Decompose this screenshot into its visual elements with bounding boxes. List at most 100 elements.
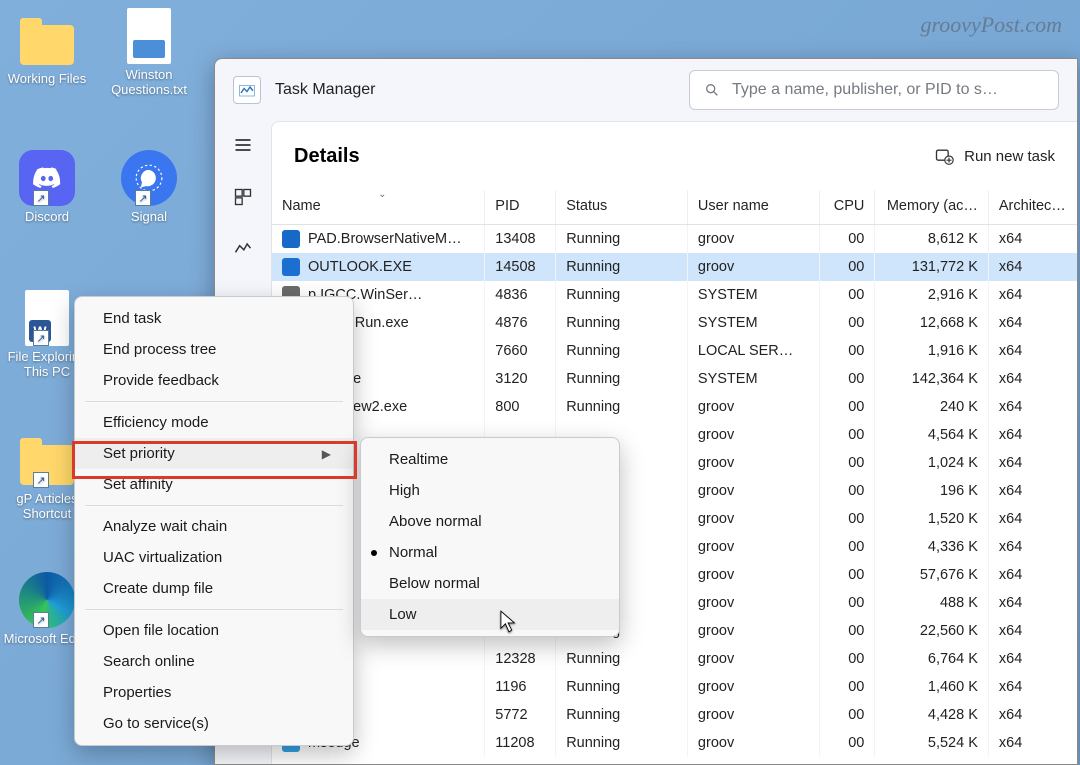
cell-user: SYSTEM [687,365,819,393]
cell-user: groov [687,729,819,757]
priority-option-normal[interactable]: Normal [361,537,619,568]
search-input[interactable]: Type a name, publisher, or PID to s… [689,70,1059,110]
menu-item-properties[interactable]: Properties [75,677,353,708]
menu-item-search-online[interactable]: Search online [75,646,353,677]
col-status[interactable]: Status [556,190,688,225]
watermark-text: groovyPost.com [920,12,1062,38]
desktop-icon-winston-questions[interactable]: Winston Questions.txt [104,8,194,98]
menu-item-end-task[interactable]: End task [75,303,353,334]
menu-item-label: High [389,482,420,499]
table-row[interactable]: exe7660RunningLOCAL SER…001,916 Kx64 [272,337,1077,365]
col-architecture[interactable]: Architec… [988,190,1077,225]
cell-user: groov [687,393,819,421]
desktop-icon-label: Discord [2,210,92,225]
folder-icon: ↗ [19,432,75,488]
cell-memory: 1,460 K [875,673,989,701]
page-title: Details [294,145,360,168]
priority-option-high[interactable]: High [361,475,619,506]
menu-item-set-affinity[interactable]: Set affinity [75,469,353,500]
menu-item-end-process-tree[interactable]: End process tree [75,334,353,365]
menu-separator [85,505,343,506]
cell-cpu: 00 [819,533,875,561]
cell-memory: 1,520 K [875,505,989,533]
menu-item-go-to-service-s-[interactable]: Go to service(s) [75,708,353,739]
menu-item-label: Properties [103,684,171,701]
cell-pid: 4836 [485,281,556,309]
process-name: OUTLOOK.EXE [308,259,412,275]
priority-option-realtime[interactable]: Realtime [361,444,619,475]
menu-item-create-dump-file[interactable]: Create dump file [75,573,353,604]
cell-cpu: 00 [819,337,875,365]
desktop-icon-signal[interactable]: ↗Signal [104,150,194,225]
cell-cpu: 00 [819,281,875,309]
table-row[interactable]: p.IGCC.WinSer…4836RunningSYSTEM002,916 K… [272,281,1077,309]
cell-arch: x64 [988,589,1077,617]
shortcut-arrow-icon: ↗ [33,472,49,488]
cell-pid: 800 [485,393,556,421]
priority-option-above-normal[interactable]: Above normal [361,506,619,537]
cell-user: groov [687,589,819,617]
processes-tab-icon[interactable] [227,181,259,213]
process-context-menu[interactable]: End taskEnd process treeProvide feedback… [74,296,354,746]
table-row[interactable]: ClickToRun.exe4876RunningSYSTEM0012,668 … [272,309,1077,337]
menu-item-efficiency-mode[interactable]: Efficiency mode [75,407,353,438]
table-row[interactable]: e.exe1196Runninggroov001,460 Kx64 [272,673,1077,701]
cell-arch: x64 [988,645,1077,673]
cell-memory: 6,764 K [875,645,989,673]
menu-item-label: Set priority [103,445,175,462]
cell-memory: 1,916 K [875,337,989,365]
cell-arch: x64 [988,533,1077,561]
shortcut-arrow-icon: ↗ [135,190,151,206]
folder-icon [19,12,75,68]
col-memory[interactable]: Memory (ac… [875,190,989,225]
shortcut-arrow-icon: ↗ [33,190,49,206]
cell-memory: 57,676 K [875,561,989,589]
desktop-icon-label: Working Files [2,72,92,87]
cell-memory: 196 K [875,477,989,505]
table-row[interactable]: Eng.exe3120RunningSYSTEM00142,364 Kx64 [272,365,1077,393]
titlebar[interactable]: Task Manager Type a name, publisher, or … [215,59,1077,121]
cell-cpu: 00 [819,729,875,757]
table-row[interactable]: PAD.BrowserNativeM…13408Runninggroov008,… [272,225,1077,254]
menu-item-label: Search online [103,653,195,670]
cell-cpu: 00 [819,617,875,645]
cell-user: groov [687,253,819,281]
table-row[interactable]: e.exe12328Runninggroov006,764 Kx64 [272,645,1077,673]
menu-item-set-priority[interactable]: Set priority▶ [75,438,353,469]
menu-item-label: Above normal [389,513,482,530]
cell-cpu: 00 [819,421,875,449]
shortcut-arrow-icon: ↗ [33,612,49,628]
col-pid[interactable]: PID [485,190,556,225]
cell-user: LOCAL SER… [687,337,819,365]
desktop-icon-working-files[interactable]: Working Files [2,12,92,87]
cell-cpu: 00 [819,701,875,729]
word-icon: ↗ [19,290,75,346]
desktop-icon-discord[interactable]: ↗ Discord [2,150,92,225]
set-priority-submenu[interactable]: Realtime High Above normal NormalBelow norm… [360,437,620,637]
table-row[interactable]: msedge11208Runninggroov005,524 Kx64 [272,729,1077,757]
menu-item-label: Go to service(s) [103,715,209,732]
column-header-row[interactable]: ⌄Name PID Status User name CPU Memory (a… [272,190,1077,225]
priority-option-low[interactable]: Low [361,599,619,630]
hamburger-icon[interactable] [227,129,259,161]
col-name[interactable]: ⌄Name [272,190,485,225]
col-cpu[interactable]: CPU [819,190,875,225]
cell-memory: 4,428 K [875,701,989,729]
priority-option-below-normal[interactable]: Below normal [361,568,619,599]
run-new-task-button[interactable]: Run new task [934,146,1055,166]
cell-user: groov [687,505,819,533]
cell-user: groov [687,477,819,505]
table-row[interactable]: ewebview2.exe800Runninggroov00240 Kx64 [272,393,1077,421]
table-row[interactable]: OUTLOOK.EXE14508Runninggroov00131,772 Kx… [272,253,1077,281]
table-row[interactable]: e.exe5772Runninggroov004,428 Kx64 [272,701,1077,729]
cell-status: Running [556,225,688,254]
menu-item-analyze-wait-chain[interactable]: Analyze wait chain [75,511,353,542]
col-user[interactable]: User name [687,190,819,225]
cell-arch: x64 [988,365,1077,393]
menu-item-open-file-location[interactable]: Open file location [75,615,353,646]
cell-pid: 12328 [485,645,556,673]
menu-item-provide-feedback[interactable]: Provide feedback [75,365,353,396]
performance-tab-icon[interactable] [227,233,259,265]
menu-item-uac-virtualization[interactable]: UAC virtualization [75,542,353,573]
cell-status: Running [556,365,688,393]
